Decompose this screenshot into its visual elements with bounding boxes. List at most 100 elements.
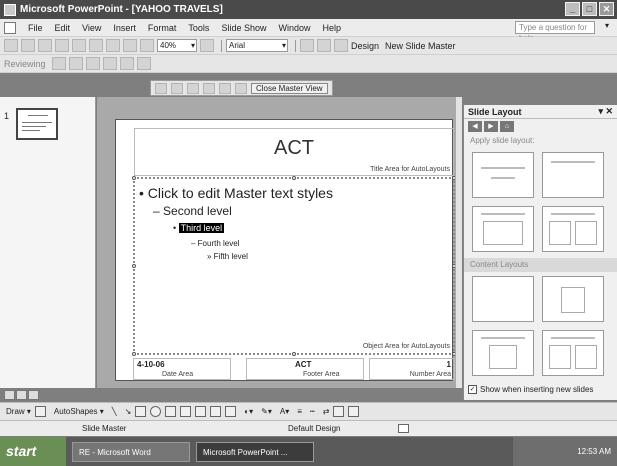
title-placeholder[interactable]: ACT Title Area for AutoLayouts [134, 128, 454, 176]
slide-thumbnail[interactable] [16, 108, 58, 140]
taskbar-item-word[interactable]: RE - Microsoft Word [72, 441, 190, 462]
design-button[interactable]: Design [351, 41, 379, 51]
layout-title-and-two-content[interactable] [542, 330, 604, 376]
grid-icon[interactable] [140, 39, 154, 52]
layout-title-and-content[interactable] [472, 330, 534, 376]
bullet-level-5[interactable]: » Fifth level [207, 252, 248, 261]
resize-handle[interactable] [132, 352, 136, 356]
preserve-master-icon[interactable] [203, 82, 215, 94]
bullets-icon[interactable] [317, 39, 331, 52]
arrow-icon[interactable]: ↘ [125, 407, 132, 416]
print-icon[interactable] [55, 39, 69, 52]
font-select[interactable]: Arial [226, 39, 288, 52]
edit-comment-icon[interactable] [102, 57, 117, 70]
bullet-level-2[interactable]: – Second level [153, 204, 232, 218]
indent-icon[interactable] [334, 39, 348, 52]
diagram-icon[interactable] [195, 406, 207, 417]
help-icon[interactable] [200, 39, 214, 52]
menu-window[interactable]: Window [272, 23, 316, 33]
delete-master-icon[interactable] [187, 82, 199, 94]
oval-icon[interactable] [150, 406, 162, 417]
previous-icon[interactable] [68, 57, 83, 70]
reviewing-pane-icon[interactable] [136, 57, 151, 70]
open-icon[interactable] [21, 39, 35, 52]
vertical-scrollbar[interactable] [455, 97, 462, 388]
resize-handle[interactable] [292, 176, 296, 180]
task-pane-close-icon[interactable]: ▾ ✕ [598, 106, 613, 117]
resize-handle[interactable] [132, 264, 136, 268]
comment-icon[interactable] [51, 57, 66, 70]
line-style-icon[interactable]: ≡ [297, 407, 302, 416]
draw-menu[interactable]: Draw ▾ [6, 407, 31, 416]
menu-insert[interactable]: Insert [107, 23, 142, 33]
start-button[interactable]: start [0, 437, 66, 466]
autoshapes-menu[interactable]: AutoShapes ▾ [54, 407, 104, 416]
taskbar-item-powerpoint[interactable]: Microsoft PowerPoint ... [196, 441, 314, 462]
layout-title-slide[interactable] [472, 152, 534, 198]
close-button[interactable]: ✕ [599, 2, 614, 16]
maximize-button[interactable]: □ [582, 2, 597, 16]
checkbox-checked-icon[interactable]: ✓ [468, 385, 477, 394]
date-placeholder[interactable]: 4-10-06 Date Area [133, 358, 231, 380]
minimize-button[interactable]: _ [565, 2, 580, 16]
menu-file[interactable]: File [22, 23, 49, 33]
preview-icon[interactable] [72, 39, 86, 52]
slide-master[interactable]: ACT Title Area for AutoLayouts • Click t… [115, 119, 456, 381]
spelling-icon[interactable] [398, 424, 409, 433]
reviewing-button[interactable]: Reviewing [4, 59, 46, 69]
help-dropdown-icon[interactable]: ▾ [605, 21, 609, 30]
bullet-level-3[interactable]: • Third level [173, 223, 225, 233]
save-icon[interactable] [38, 39, 52, 52]
fill-color-icon[interactable]: ◐▾ [244, 407, 253, 416]
bullet-level-1[interactable]: • Click to edit Master text styles [139, 185, 333, 201]
zoom-select[interactable]: 40% [157, 39, 197, 52]
chart-icon[interactable] [106, 39, 120, 52]
slide-sorter-icon[interactable] [16, 390, 27, 400]
slide-show-icon[interactable] [28, 390, 39, 400]
menu-format[interactable]: Format [142, 23, 183, 33]
dash-style-icon[interactable]: ┅ [310, 407, 315, 416]
menu-slide-show[interactable]: Slide Show [215, 23, 272, 33]
slide-title[interactable]: ACT [135, 137, 453, 160]
menu-edit[interactable]: Edit [49, 23, 77, 33]
3d-icon[interactable] [348, 406, 360, 417]
bullet-level-4[interactable]: – Fourth level [191, 239, 239, 248]
normal-view-icon[interactable] [4, 390, 15, 400]
next-icon[interactable] [85, 57, 100, 70]
insert-title-master-icon[interactable] [171, 82, 183, 94]
clock[interactable]: 12:53 AM [577, 447, 611, 456]
menu-help[interactable]: Help [316, 23, 347, 33]
menu-tools[interactable]: Tools [182, 23, 215, 33]
help-search-input[interactable]: Type a question for help [515, 21, 595, 43]
picture-icon[interactable] [225, 406, 237, 417]
wordart-icon[interactable] [180, 406, 192, 417]
shadow-icon[interactable] [333, 406, 345, 417]
layout-title-only[interactable] [542, 152, 604, 198]
font-color-icon[interactable]: A▾ [280, 407, 289, 416]
menu-view[interactable]: View [76, 23, 107, 33]
table-icon[interactable] [123, 39, 137, 52]
footer-placeholder[interactable]: ACT Footer Area [246, 358, 364, 380]
layout-blank[interactable] [472, 276, 534, 322]
arrow-style-icon[interactable]: ⇄ [323, 407, 330, 416]
new-icon[interactable] [4, 39, 18, 52]
layout-content[interactable] [542, 276, 604, 322]
number-placeholder[interactable]: 1 Number Area [369, 358, 455, 380]
clipart-icon[interactable] [210, 406, 222, 417]
new-slide-master-button[interactable]: New Slide Master [385, 41, 456, 51]
textbox-icon[interactable] [165, 406, 177, 417]
close-master-view-button[interactable]: Close Master View [251, 82, 328, 94]
layout-title-and-text[interactable] [472, 206, 534, 252]
line-icon[interactable]: ╲ [112, 407, 117, 416]
document-icon[interactable] [4, 21, 16, 34]
delete-icon[interactable] [119, 57, 134, 70]
line-color-icon[interactable]: ✎▾ [261, 407, 272, 416]
resize-handle[interactable] [132, 176, 136, 180]
select-objects-icon[interactable] [34, 406, 46, 417]
forward-icon[interactable]: ▶ [484, 120, 498, 132]
back-icon[interactable]: ◀ [468, 120, 482, 132]
undo-icon[interactable] [89, 39, 103, 52]
insert-new-master-icon[interactable] [155, 82, 167, 94]
numbering-icon[interactable] [300, 39, 314, 52]
master-layout-icon[interactable] [235, 82, 247, 94]
